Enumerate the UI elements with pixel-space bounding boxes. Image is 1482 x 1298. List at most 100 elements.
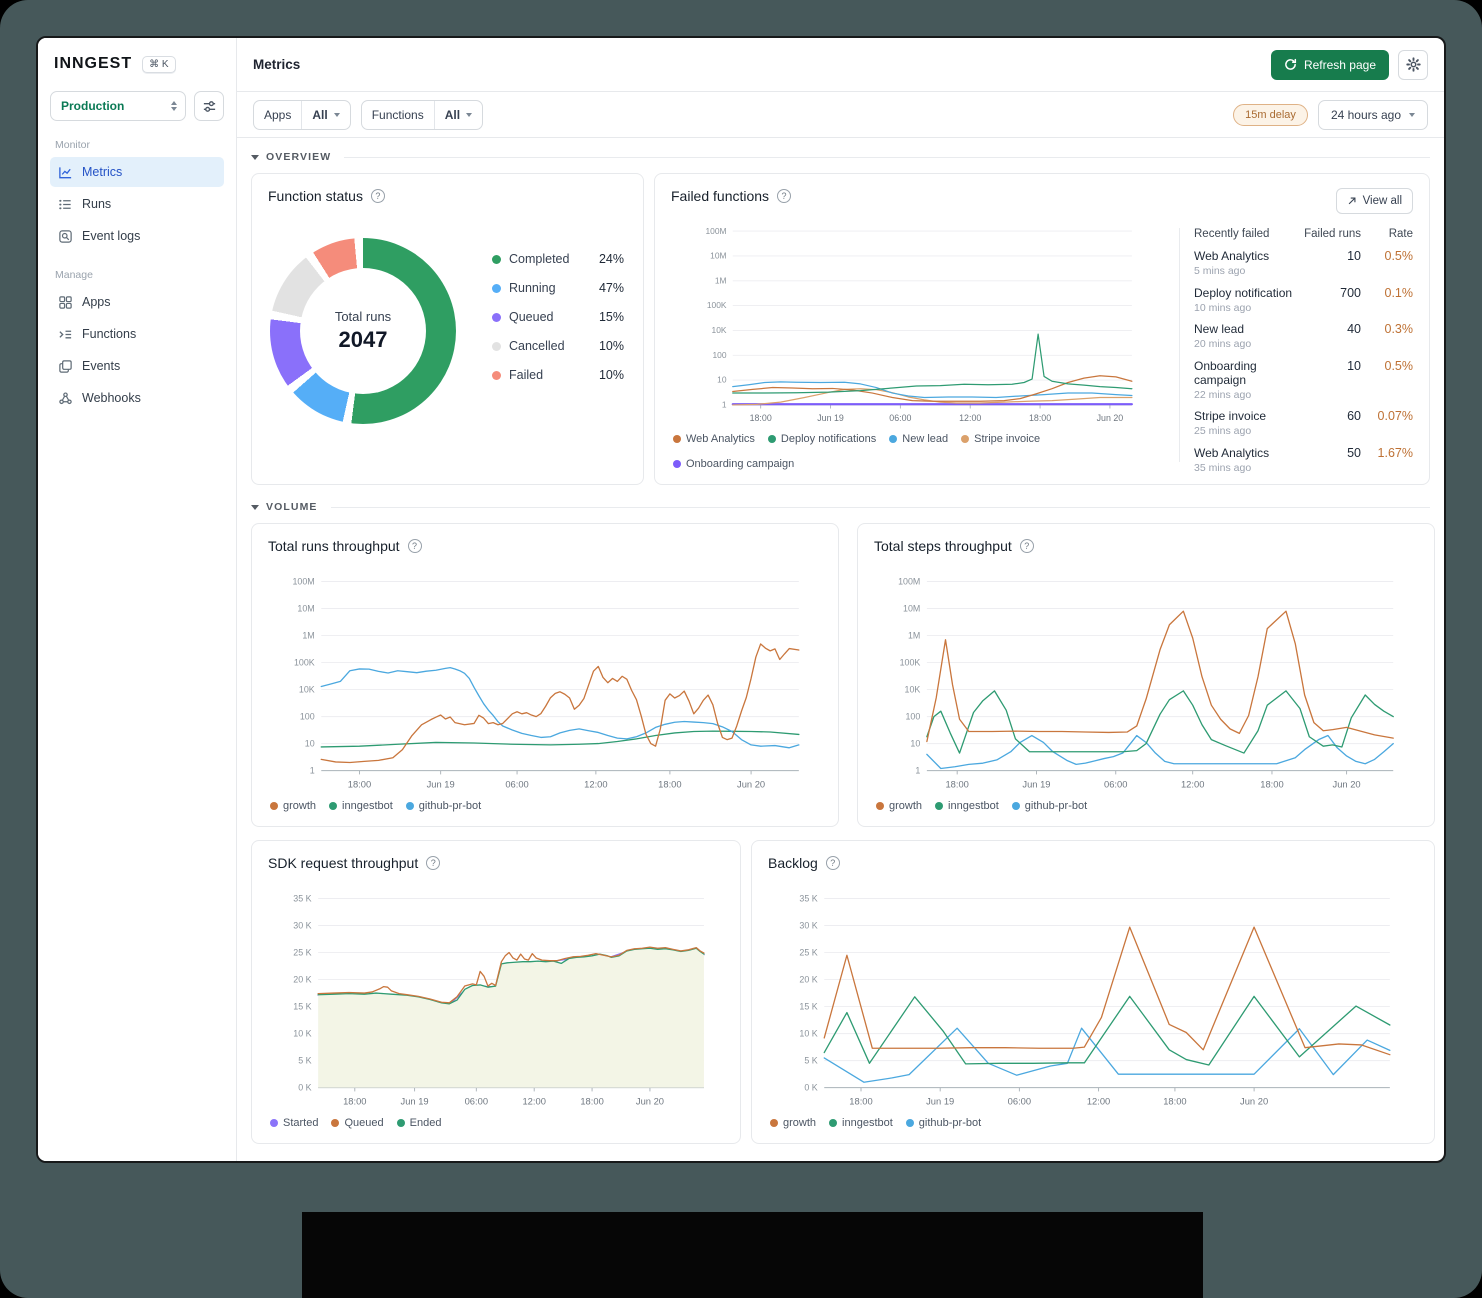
command-k-shortcut[interactable]: ⌘ K [142, 55, 176, 73]
legend-item: inngestbot [935, 800, 999, 812]
refresh-page-button[interactable]: Refresh page [1270, 49, 1389, 80]
svg-text:Jun 19: Jun 19 [926, 1097, 954, 1107]
legend-item: Deploy notifications [767, 433, 876, 445]
settings-button[interactable] [1398, 49, 1428, 80]
svg-text:100M: 100M [292, 576, 314, 586]
svg-text:5 K: 5 K [298, 1055, 311, 1065]
sidebar-item-metrics[interactable]: Metrics [50, 157, 224, 187]
sidebar-item-runs[interactable]: Runs [50, 189, 224, 219]
legend-item: New lead [889, 433, 948, 445]
view-all-button[interactable]: View all [1335, 188, 1413, 214]
legend-dot [492, 341, 501, 351]
vertical-divider [1179, 228, 1180, 462]
table-row[interactable]: Web Analytics 35 mins ago 50 1.67% [1194, 446, 1413, 474]
volume-section-header[interactable]: VOLUME [251, 501, 1430, 513]
section-divider [330, 506, 1430, 508]
legend-item: growth [770, 1117, 816, 1129]
dashboard-content: OVERVIEW Function status Total [237, 138, 1444, 1161]
sidebar-item-apps[interactable]: Apps [50, 287, 224, 317]
help-icon[interactable] [426, 856, 441, 870]
apps-grid-icon [59, 295, 72, 309]
failed-functions-chart[interactable]: 100M 10M 1M 100K 10K 100 10 1 18:00 Jun 19 06:00 12… [671, 224, 1167, 428]
sidebar-item-events[interactable]: Events [50, 351, 224, 381]
svg-text:10: 10 [305, 738, 315, 748]
svg-text:1M: 1M [715, 275, 727, 285]
total-steps-throughput-chart[interactable]: 100M 10M 1M 100K 10K 100 10 1 18:00 Jun 19 06:00 12… [874, 574, 1418, 795]
legend-item: growth [270, 800, 316, 812]
overview-section-header[interactable]: OVERVIEW [251, 151, 1430, 163]
svg-text:1M: 1M [302, 630, 314, 640]
help-icon[interactable] [777, 189, 792, 203]
legend-dot [492, 283, 501, 293]
donut-center-label: Total runs [334, 309, 392, 324]
svg-text:12:00: 12:00 [959, 413, 981, 423]
svg-text:12:00: 12:00 [522, 1097, 545, 1107]
table-row[interactable]: New lead 20 mins ago 40 0.3% [1194, 322, 1413, 350]
events-stack-icon [59, 359, 72, 373]
env-filter-button[interactable] [194, 91, 224, 121]
table-row[interactable]: Web Analytics 5 mins ago 10 0.5% [1194, 249, 1413, 277]
total-steps-throughput-card: Total steps throughput 100M10M1M100K10K1… [857, 523, 1435, 827]
legend-item: Ended [396, 1117, 441, 1129]
svg-text:18:00: 18:00 [1029, 413, 1051, 423]
svg-text:15 K: 15 K [799, 1001, 817, 1011]
help-icon[interactable] [1019, 539, 1034, 553]
sidebar-item-functions[interactable]: Functions [50, 319, 224, 349]
svg-text:10K: 10K [712, 325, 727, 335]
svg-text:100K: 100K [900, 657, 921, 667]
functions-filter-value[interactable]: All [433, 100, 482, 129]
total-runs-throughput-chart[interactable]: 100M 10M 1M 100K 10K 100 10 1 18:00 Jun 19 06:00 12… [268, 574, 824, 795]
svg-text:06:00: 06:00 [1104, 780, 1127, 790]
svg-text:Jun 20: Jun 20 [1097, 413, 1124, 423]
legend-item: github-pr-bot [905, 1117, 981, 1129]
svg-text:18:00: 18:00 [580, 1097, 603, 1107]
backlog-chart[interactable]: 35 K 30 K 25 K 20 K 15 K 10 K 5 K 0 K 18:00 Jun 1… [768, 891, 1418, 1112]
table-row[interactable]: Onboarding campaign 22 mins ago 10 0.5% [1194, 359, 1413, 401]
functions-filter[interactable]: Functions All [360, 99, 484, 130]
environment-select[interactable]: Production [50, 91, 186, 121]
svg-text:100: 100 [300, 711, 315, 721]
help-icon[interactable] [370, 189, 385, 203]
svg-text:30 K: 30 K [293, 920, 311, 930]
filter-bar: Apps All Functions All 15m delay 24 hour… [237, 92, 1444, 138]
sidebar-item-label: Apps [82, 295, 111, 309]
table-row[interactable]: Stripe invoice 25 mins ago 60 0.07% [1194, 409, 1413, 437]
legend-dot [492, 370, 501, 380]
runs-list-icon [59, 199, 71, 209]
apps-filter-value[interactable]: All [301, 100, 349, 129]
webhooks-icon [59, 391, 72, 404]
function-status-donut-chart[interactable]: Total runs 2047 [270, 238, 456, 424]
apps-filter[interactable]: Apps All [253, 99, 351, 130]
sidebar-item-event-logs[interactable]: Event logs [50, 221, 224, 251]
svg-text:Jun 19: Jun 19 [1022, 780, 1050, 790]
chevron-down-icon [1409, 112, 1415, 117]
legend-item: Queued 15% [492, 310, 624, 324]
svg-text:1M: 1M [908, 630, 920, 640]
help-icon[interactable] [825, 856, 840, 870]
app-window: INNGEST ⌘ K Production Monitor Metrics R… [36, 36, 1446, 1163]
chevron-down-icon [333, 112, 340, 117]
sdk-request-throughput-chart[interactable]: 35 K 30 K 25 K 20 K 15 K 10 K 5 K 0 K 18:00 Jun 1… [268, 891, 726, 1112]
svg-text:12:00: 12:00 [1087, 1097, 1110, 1107]
desktop-background: INNGEST ⌘ K Production Monitor Metrics R… [0, 0, 1482, 1298]
svg-text:Jun 20: Jun 20 [636, 1097, 664, 1107]
table-row[interactable]: Deploy notification 10 mins ago 700 0.1% [1194, 286, 1413, 314]
svg-text:10K: 10K [905, 684, 921, 694]
time-range-select[interactable]: 24 hours ago [1317, 99, 1428, 130]
sidebar-item-label: Webhooks [82, 391, 141, 405]
sdk-request-legend: Started Queued Ended [268, 1117, 724, 1129]
function-status-legend: Completed 24% Running 47% Queued 15% Cancel… [492, 252, 624, 424]
svg-text:18:00: 18:00 [849, 1097, 872, 1107]
svg-text:10 K: 10 K [293, 1028, 311, 1038]
section-divider [344, 156, 1430, 158]
nav-section-monitor: Monitor [55, 139, 91, 151]
sidebar-item-label: Runs [82, 197, 112, 211]
card-title: Total steps throughput [874, 538, 1012, 554]
event-logs-search-icon [59, 229, 72, 243]
sidebar-item-webhooks[interactable]: Webhooks [50, 383, 224, 413]
help-icon[interactable] [407, 539, 422, 553]
card-title: Failed functions [671, 188, 770, 204]
card-title: SDK request throughput [268, 855, 419, 871]
total-steps-legend: growth inngestbot github-pr-bot [874, 800, 1418, 812]
svg-text:0 K: 0 K [804, 1082, 817, 1092]
